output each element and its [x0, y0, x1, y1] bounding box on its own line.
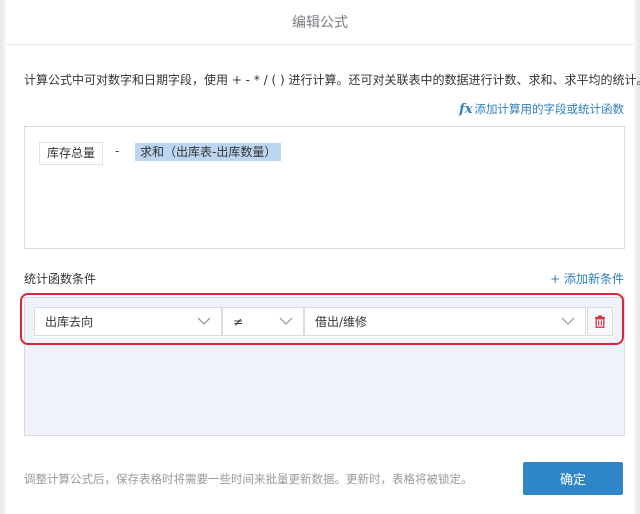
formula-token-operator: - — [115, 144, 120, 158]
backdrop-left — [0, 0, 6, 514]
conditions-label: 统计函数条件 — [24, 272, 97, 286]
add-field-link[interactable]: fx 添加计算用的字段或统计函数 — [459, 101, 624, 117]
fx-icon: fx — [459, 102, 473, 117]
dialog-title: 编辑公式 — [6, 0, 634, 45]
confirm-button[interactable]: 确定 — [523, 462, 623, 495]
highlight-annotation-box — [20, 293, 624, 345]
footer-note: 调整计算公式后，保存表格时将需要一些时间来批量更新数据。更新时，表格将被锁定。 — [24, 472, 473, 486]
add-field-label: 添加计算用的字段或统计函数 — [474, 102, 625, 116]
formula-token-aggregate[interactable]: 求和（出库表-出库数量） — [135, 143, 282, 161]
formula-intro-text: 计算公式中可对数字和日期字段，使用 + - * / ( ) 进行计算。还可对关联… — [24, 73, 640, 87]
formula-token-field[interactable]: 库存总量 — [39, 142, 104, 165]
add-condition-link[interactable]: + 添加新条件 — [550, 270, 624, 287]
formula-editor[interactable]: 库存总量 - 求和（出库表-出库数量） — [24, 126, 625, 249]
